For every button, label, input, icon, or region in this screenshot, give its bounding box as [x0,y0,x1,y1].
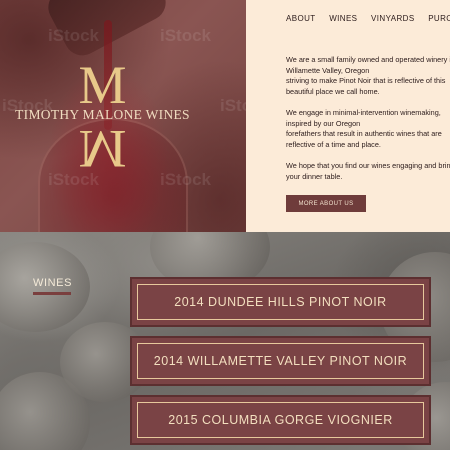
nav-item-purchase[interactable]: PURCHASE [428,14,450,23]
about-line: We engage in minimal-intervention winema… [286,107,441,117]
about-text: We are a small family owned and operated… [286,55,450,193]
wine-button-willamette-valley-pinot-noir[interactable]: 2014 WILLAMETTE VALLEY PINOT NOIR [130,336,431,386]
about-line: your dinner table. [286,171,343,181]
about-panel: ABOUT WINES VINYARDS PURCHASE We are a s… [246,0,450,232]
about-line: Willamette Valley, Oregon [286,65,370,75]
about-line: We hope that you find our wines engaging… [286,160,450,170]
wine-button-label: 2015 COLUMBIA GORGE VIOGNIER [168,413,393,427]
about-paragraph: We are a small family owned and operated… [286,55,450,97]
about-line: We are a small family owned and operated… [286,55,450,64]
wine-button-label: 2014 WILLAMETTE VALLEY PINOT NOIR [153,354,408,368]
main-nav: ABOUT WINES VINYARDS PURCHASE [286,14,450,23]
nav-item-vinyards[interactable]: VINYARDS [371,14,415,23]
nav-item-wines[interactable]: WINES [329,14,357,23]
hero-section: iStock iStock iStock iStock iStock iStoc… [0,0,450,232]
wines-heading: WINES [33,277,73,289]
about-paragraph: We hope that you find our wines engaging… [286,161,450,182]
about-paragraph: We engage in minimal-intervention winema… [286,108,450,150]
wine-button-label: 2014 DUNDEE HILLS PINOT NOIR [174,295,387,309]
wine-button-frame: 2014 DUNDEE HILLS PINOT NOIR [137,284,424,320]
watermark: iStock [160,26,212,45]
wines-heading-underline [33,292,71,295]
logo-monogram-top: M [78,55,127,115]
about-line: reflective of a time and place. [286,139,381,149]
hero-image: iStock iStock iStock iStock iStock iStoc… [0,0,246,232]
wine-button-frame: 2014 WILLAMETTE VALLEY PINOT NOIR [137,343,424,379]
about-line: beautiful place we call home. [286,86,380,96]
about-line: inspired by our Oregon [286,118,361,128]
wine-button-columbia-gorge-viognier[interactable]: 2015 COLUMBIA GORGE VIOGNIER [130,395,431,445]
more-about-us-button[interactable]: MORE ABOUT US [286,195,366,212]
wine-button-dundee-hills-pinot-noir[interactable]: 2014 DUNDEE HILLS PINOT NOIR [130,277,431,327]
watermark: iStock [220,96,246,115]
logo-monogram-bottom: M [78,119,127,179]
nav-item-about[interactable]: ABOUT [286,14,316,23]
wines-section: WINES 2014 DUNDEE HILLS PINOT NOIR 2014 … [0,232,450,450]
about-line: forefathers that result in authentic win… [286,129,442,139]
about-line: striving to make Pinot Noir that is refl… [286,76,446,86]
wine-button-frame: 2015 COLUMBIA GORGE VIOGNIER [137,402,424,438]
